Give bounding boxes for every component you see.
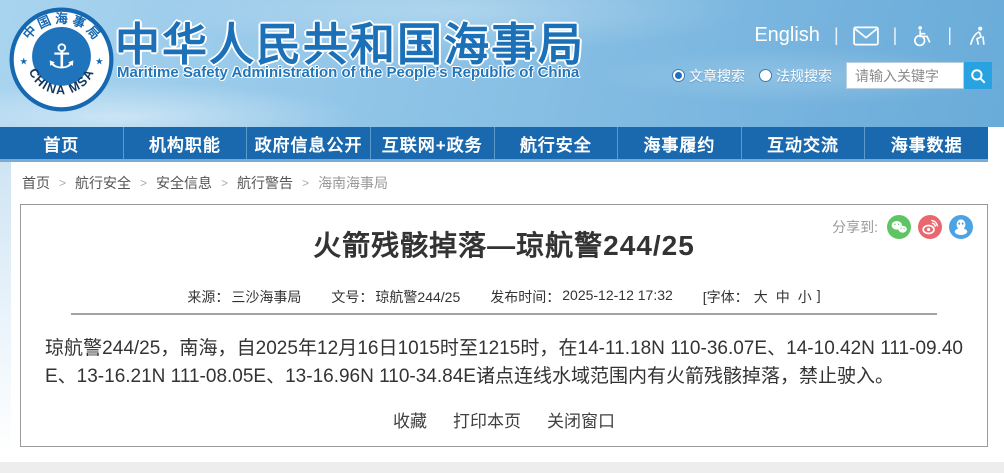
breadcrumb-item-navigation-warning[interactable]: 航行警告 <box>237 173 293 193</box>
nav-item-msa-compliance[interactable]: 海事履约 <box>617 127 741 159</box>
utility-bar: English | | | <box>754 24 988 47</box>
search-icon <box>969 67 987 85</box>
breadcrumb-item-hainan-msa: 海南海事局 <box>318 173 388 193</box>
search-bar: 文章搜索 法规搜索 <box>672 62 992 89</box>
meta-doc-no-label: 文号： <box>331 287 373 307</box>
favorite-button[interactable]: 收藏 <box>393 407 427 432</box>
breadcrumb-item-safety-info[interactable]: 安全信息 <box>156 173 212 193</box>
footer-strip <box>0 462 1004 473</box>
accessibility-icon[interactable] <box>911 25 933 47</box>
print-page-button[interactable]: 打印本页 <box>453 407 521 432</box>
page-edge-tint <box>0 162 11 452</box>
font-size-small-button[interactable]: 小 <box>798 287 812 307</box>
share-label: 分享到: <box>832 217 878 237</box>
meta-doc-no: 文号： 琼航警244/25 <box>331 287 460 307</box>
meta-publish-time: 发布时间： 2025-12-12 17:32 <box>490 287 673 307</box>
weibo-share-icon[interactable] <box>918 215 942 239</box>
breadcrumb-separator: > <box>59 176 66 190</box>
search-type-article[interactable]: 文章搜索 <box>672 66 745 86</box>
qq-share-icon[interactable] <box>949 215 973 239</box>
font-size-medium-button[interactable]: 中 <box>776 287 790 307</box>
close-window-button[interactable]: 关闭窗口 <box>547 407 615 432</box>
english-link[interactable]: English <box>754 24 820 47</box>
wechat-share-icon[interactable] <box>887 215 911 239</box>
nav-item-msa-data[interactable]: 海事数据 <box>864 127 988 159</box>
meta-font-label-close: ] <box>817 287 821 307</box>
breadcrumb-item-navigation-safety[interactable]: 航行安全 <box>75 173 131 193</box>
nav-item-functions[interactable]: 机构职能 <box>123 127 247 159</box>
msa-logo-emblem: 中 国 海 事 局 ⚓ ★ ★ CHINA MSA <box>9 7 114 112</box>
meta-font-label-open: [字体： <box>703 287 749 307</box>
nav-item-home[interactable]: 首页 <box>0 127 123 159</box>
elderly-mode-icon[interactable] <box>966 25 988 47</box>
meta-divider <box>71 313 937 315</box>
share-row: 分享到: <box>832 215 973 239</box>
search-type-options: 文章搜索 法规搜索 <box>672 66 832 86</box>
article-body-text: 琼航警244/25，南海，自2025年12月16日1015时至1215时，在14… <box>45 335 963 391</box>
star-icon: ★ <box>20 57 28 68</box>
radio-unselected-icon[interactable] <box>759 69 772 82</box>
article-actions: 收藏 打印本页 关闭窗口 <box>21 407 987 432</box>
utility-divider: | <box>893 25 898 46</box>
breadcrumb: 首页 > 航行安全 > 安全信息 > 航行警告 > 海南海事局 <box>0 162 1004 204</box>
site-subtitle: Maritime Safety Administration of the Pe… <box>117 64 579 81</box>
meta-source-label: 来源： <box>187 287 229 307</box>
nav-item-gov-info[interactable]: 政府信息公开 <box>246 127 370 159</box>
nav-item-internet-gov[interactable]: 互联网+政务 <box>370 127 494 159</box>
meta-publish-value: 2025-12-12 17:32 <box>562 287 673 307</box>
radio-selected-icon[interactable] <box>672 69 685 82</box>
search-input[interactable] <box>846 62 964 89</box>
main-nav: 首页 机构职能 政府信息公开 互联网+政务 航行安全 海事履约 互动交流 海事数… <box>0 127 988 162</box>
meta-source-value: 三沙海事局 <box>231 287 301 307</box>
breadcrumb-separator: > <box>140 176 147 190</box>
utility-divider: | <box>947 25 952 46</box>
search-type-article-label: 文章搜索 <box>689 66 745 86</box>
msa-logo: 中 国 海 事 局 ⚓ ★ ★ CHINA MSA <box>9 7 114 112</box>
site-header: 中 国 海 事 局 ⚓ ★ ★ CHINA MSA 中华人民共和国海事局 Mar… <box>0 0 1004 127</box>
article-container: 分享到: <box>20 204 988 447</box>
utility-divider: | <box>834 25 839 46</box>
star-icon: ★ <box>95 57 103 68</box>
search-type-regulation[interactable]: 法规搜索 <box>759 66 832 86</box>
meta-doc-no-value: 琼航警244/25 <box>375 287 460 307</box>
meta-publish-label: 发布时间： <box>490 287 560 307</box>
breadcrumb-separator: > <box>221 176 228 190</box>
nav-item-navigation-safety[interactable]: 航行安全 <box>494 127 618 159</box>
font-size-large-button[interactable]: 大 <box>754 287 768 307</box>
article-meta: 来源： 三沙海事局 文号： 琼航警244/25 发布时间： 2025-12-12… <box>21 287 987 307</box>
breadcrumb-item-home[interactable]: 首页 <box>22 173 50 193</box>
breadcrumb-separator: > <box>302 176 309 190</box>
search-button[interactable] <box>964 62 992 89</box>
mail-icon[interactable] <box>853 26 879 46</box>
anchor-icon: ⚓ <box>46 39 76 76</box>
nav-item-interaction[interactable]: 互动交流 <box>741 127 865 159</box>
search-type-regulation-label: 法规搜索 <box>776 66 832 86</box>
meta-font-size-控制: [字体： 大 中 小 ] <box>703 287 821 307</box>
meta-source: 来源： 三沙海事局 <box>187 287 301 307</box>
